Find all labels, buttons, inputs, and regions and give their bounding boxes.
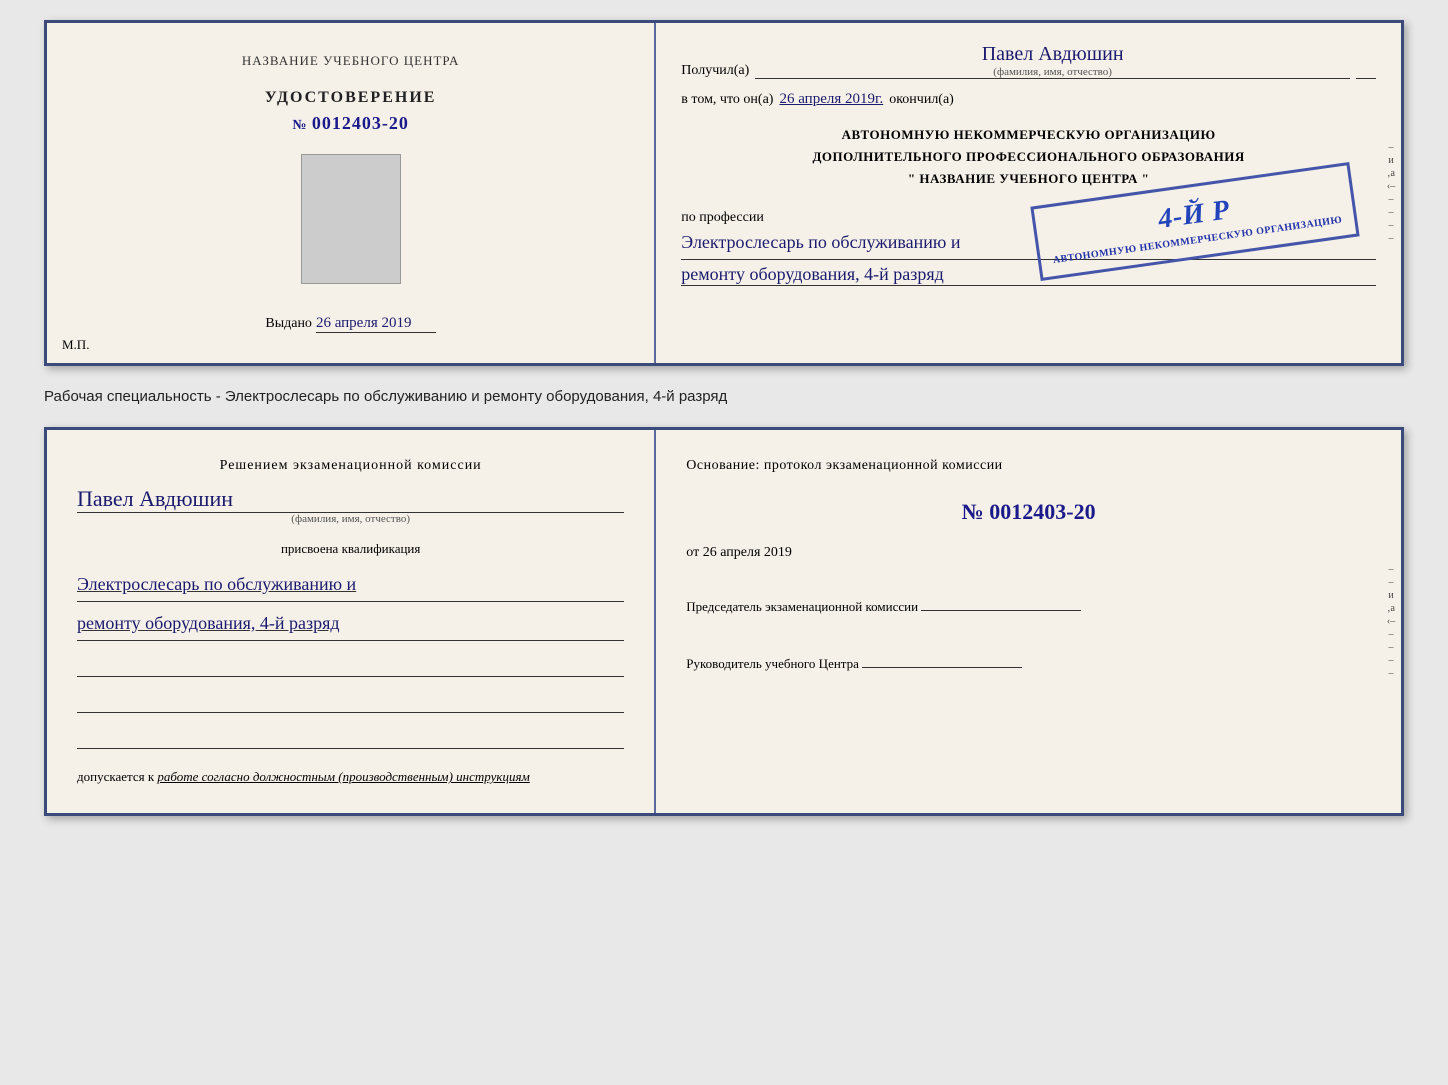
side-decoration-top: – и ‚а ‹– – – – –: [1383, 23, 1399, 363]
assigned-label: присвоена квалификация: [77, 541, 624, 557]
допускается-label: допускается к: [77, 769, 154, 784]
qualification-block: Электрослесарь по обслуживанию и ремонту…: [77, 567, 624, 641]
osnov-text: Основание: протокол экзаменационной коми…: [686, 458, 1002, 473]
chairman-title: Председатель экзаменационной комиссии: [686, 599, 918, 614]
cert-number-prefix: №: [292, 118, 307, 133]
stamp-line2: ДОПОЛНИТЕЛЬНОГО ПРОФЕССИОНАЛЬНОГО ОБРАЗО…: [812, 149, 1244, 164]
chairman-signature-line: [921, 593, 1081, 611]
person-name-block: Павел Авдюшин (фамилия, имя, отчество): [77, 486, 624, 525]
recipient-name: Павел Авдюшин: [982, 43, 1124, 65]
number-block: № 0012403-20: [686, 493, 1371, 525]
recipient-row: Получил(а) Павел Авдюшин (фамилия, имя, …: [681, 43, 1376, 79]
description-row: Рабочая специальность - Электрослесарь п…: [44, 384, 1404, 409]
commission-text: Решением экзаменационной комиссии: [220, 458, 482, 473]
recipient-name-field: Павел Авдюшин (фамилия, имя, отчество): [755, 43, 1350, 79]
person-name: Павел Авдюшин: [77, 486, 624, 513]
chairman-section: Председатель экзаменационной комиссии: [686, 587, 1371, 618]
recipient-label: Получил(а): [681, 63, 749, 79]
side-decoration-bottom: – – и ‚а ‹– – – – –: [1383, 430, 1399, 813]
bottom-left-panel: Решением экзаменационной комиссии Павел …: [47, 430, 656, 813]
issue-label: Выдано: [265, 316, 312, 332]
bottom-document: Решением экзаменационной комиссии Павел …: [44, 427, 1404, 816]
description-text: Рабочая специальность - Электрослесарь п…: [44, 388, 727, 405]
bottom-right-panel: Основание: протокол экзаменационной коми…: [656, 430, 1401, 813]
vtom-text: в том, что он(а): [681, 92, 773, 108]
rukovoditel-section: Руководитель учебного Центра: [686, 644, 1371, 675]
blank-line-1: [77, 655, 624, 677]
osnov-date: 26 апреля 2019: [703, 545, 792, 560]
top-right-panel: Получил(а) Павел Авдюшин (фамилия, имя, …: [656, 23, 1401, 363]
stamp-area: АВТОНОМНУЮ НЕКОММЕРЧЕСКУЮ ОРГАНИЗАЦИЮ ДО…: [681, 124, 1376, 190]
number-prefix: №: [962, 499, 984, 524]
dash-top: [1356, 78, 1376, 79]
osnov-section: Основание: протокол экзаменационной коми…: [686, 455, 1371, 477]
rukovoditel-title: Руководитель учебного Центра: [686, 656, 859, 671]
issue-date-row: Выдано 26 апреля 2019: [265, 315, 436, 333]
stamp-line1: АВТОНОМНУЮ НЕКОММЕРЧЕСКУЮ ОРГАНИЗАЦИЮ: [842, 127, 1216, 142]
top-left-panel: НАЗВАНИЕ УЧЕБНОГО ЦЕНТРА УДОСТОВЕРЕНИЕ №…: [47, 23, 656, 363]
assigned-text: присвоена квалификация: [281, 541, 420, 556]
photo-placeholder: [301, 154, 401, 284]
number-value: 0012403-20: [989, 499, 1095, 524]
osnov-date-line: от 26 апреля 2019: [686, 545, 1371, 561]
fio-hint-bottom: (фамилия, имя, отчество): [77, 513, 624, 525]
profession-line2: ремонту оборудования, 4-й разряд: [681, 264, 1376, 286]
допускается-row: допускается к работе согласно должностны…: [77, 767, 624, 788]
cert-label: УДОСТОВЕРЕНИЕ: [265, 89, 437, 107]
vtom-row: в том, что он(а) 26 апреля 2019г. окончи…: [681, 91, 1376, 108]
top-document: НАЗВАНИЕ УЧЕБНОГО ЦЕНТРА УДОСТОВЕРЕНИЕ №…: [44, 20, 1404, 366]
rukovoditel-signature-line: [862, 650, 1022, 668]
date-prefix: от: [686, 545, 699, 560]
commission-title: Решением экзаменационной комиссии: [77, 455, 624, 476]
issue-date-value: 26 апреля 2019: [316, 315, 436, 333]
school-name-top: НАЗВАНИЕ УЧЕБНОГО ЦЕНТРА: [242, 53, 459, 69]
допускается-detail: работе согласно должностным (производств…: [157, 769, 529, 784]
qual-line2: ремонту оборудования, 4-й разряд: [77, 606, 624, 641]
cert-number: 0012403-20: [312, 113, 409, 133]
qual-line1: Электрослесарь по обслуживанию и: [77, 567, 624, 602]
mp-label: М.П.: [62, 337, 89, 353]
okoncil-text: окончил(а): [889, 92, 954, 108]
stamp-line3: " НАЗВАНИЕ УЧЕБНОГО ЦЕНТРА ": [908, 171, 1149, 186]
blank-line-2: [77, 691, 624, 713]
fio-hint-top: (фамилия, имя, отчество): [755, 66, 1350, 78]
blank-line-3: [77, 727, 624, 749]
profession-label: по профессии: [681, 210, 764, 225]
vtom-date: 26 апреля 2019г.: [779, 91, 883, 108]
osnov-number: № 0012403-20: [686, 499, 1371, 525]
certificate-title-block: УДОСТОВЕРЕНИЕ № 0012403-20: [265, 89, 437, 134]
